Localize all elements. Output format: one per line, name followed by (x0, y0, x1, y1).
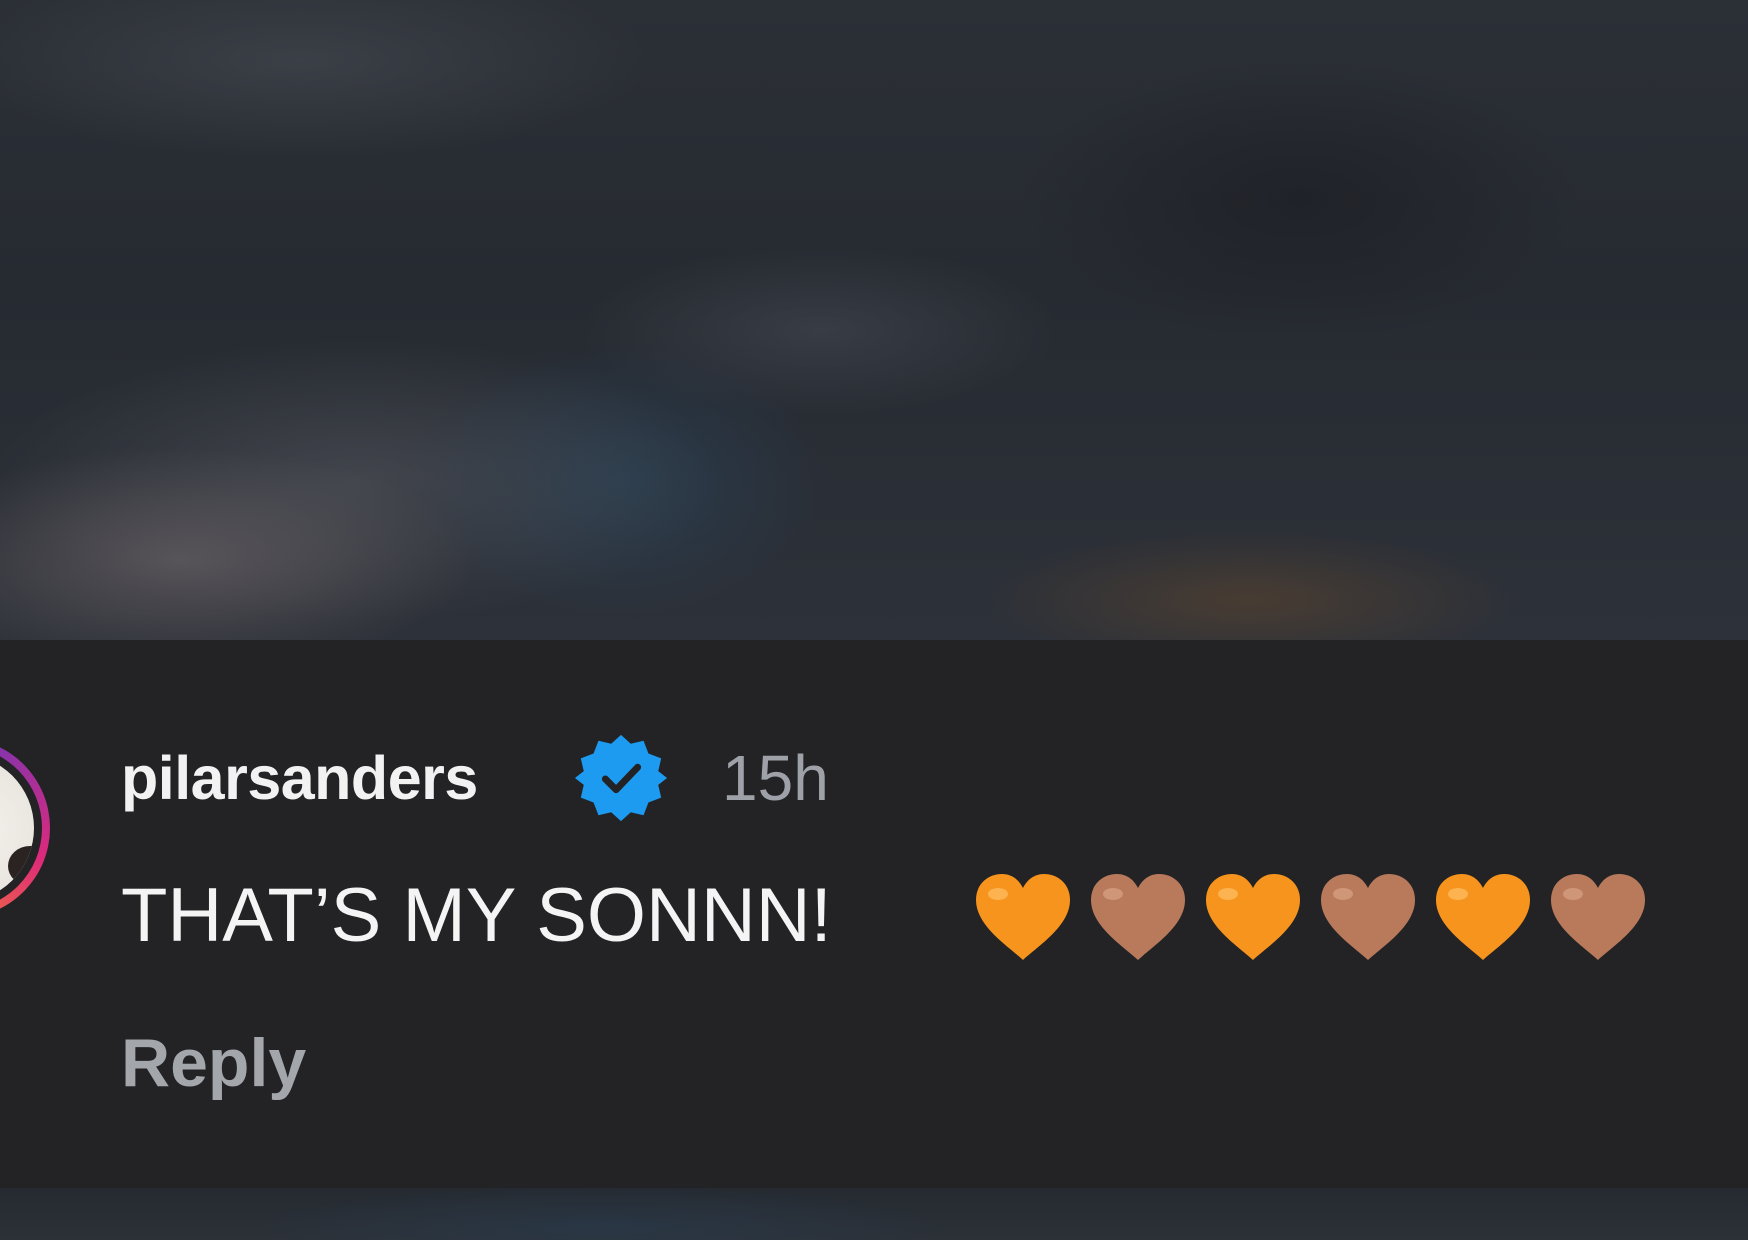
emoji-hearts (968, 868, 1658, 964)
verified-badge-icon (574, 734, 668, 822)
brown-heart-icon (1091, 874, 1185, 960)
brown-heart-icon (1321, 874, 1415, 960)
comment-timestamp: 15h (722, 742, 829, 814)
brown-heart-icon (1551, 874, 1645, 960)
comment-username[interactable]: pilarsanders (121, 738, 478, 818)
verified-badge-shape (574, 734, 668, 822)
comment-text: THAT’S MY SONNN! (121, 873, 832, 958)
orange-heart-icon (1206, 874, 1300, 960)
avatar-photo-detail (8, 846, 34, 886)
screen: pilarsanders 15h THAT’S MY SONNN! Reply (0, 0, 1748, 1240)
orange-heart-icon (976, 874, 1070, 960)
reply-button[interactable]: Reply (121, 1020, 306, 1106)
orange-heart-icon (1436, 874, 1530, 960)
avatar-photo (0, 754, 34, 902)
blurred-post-image (0, 0, 1748, 640)
blurred-next-item (0, 1188, 1748, 1240)
